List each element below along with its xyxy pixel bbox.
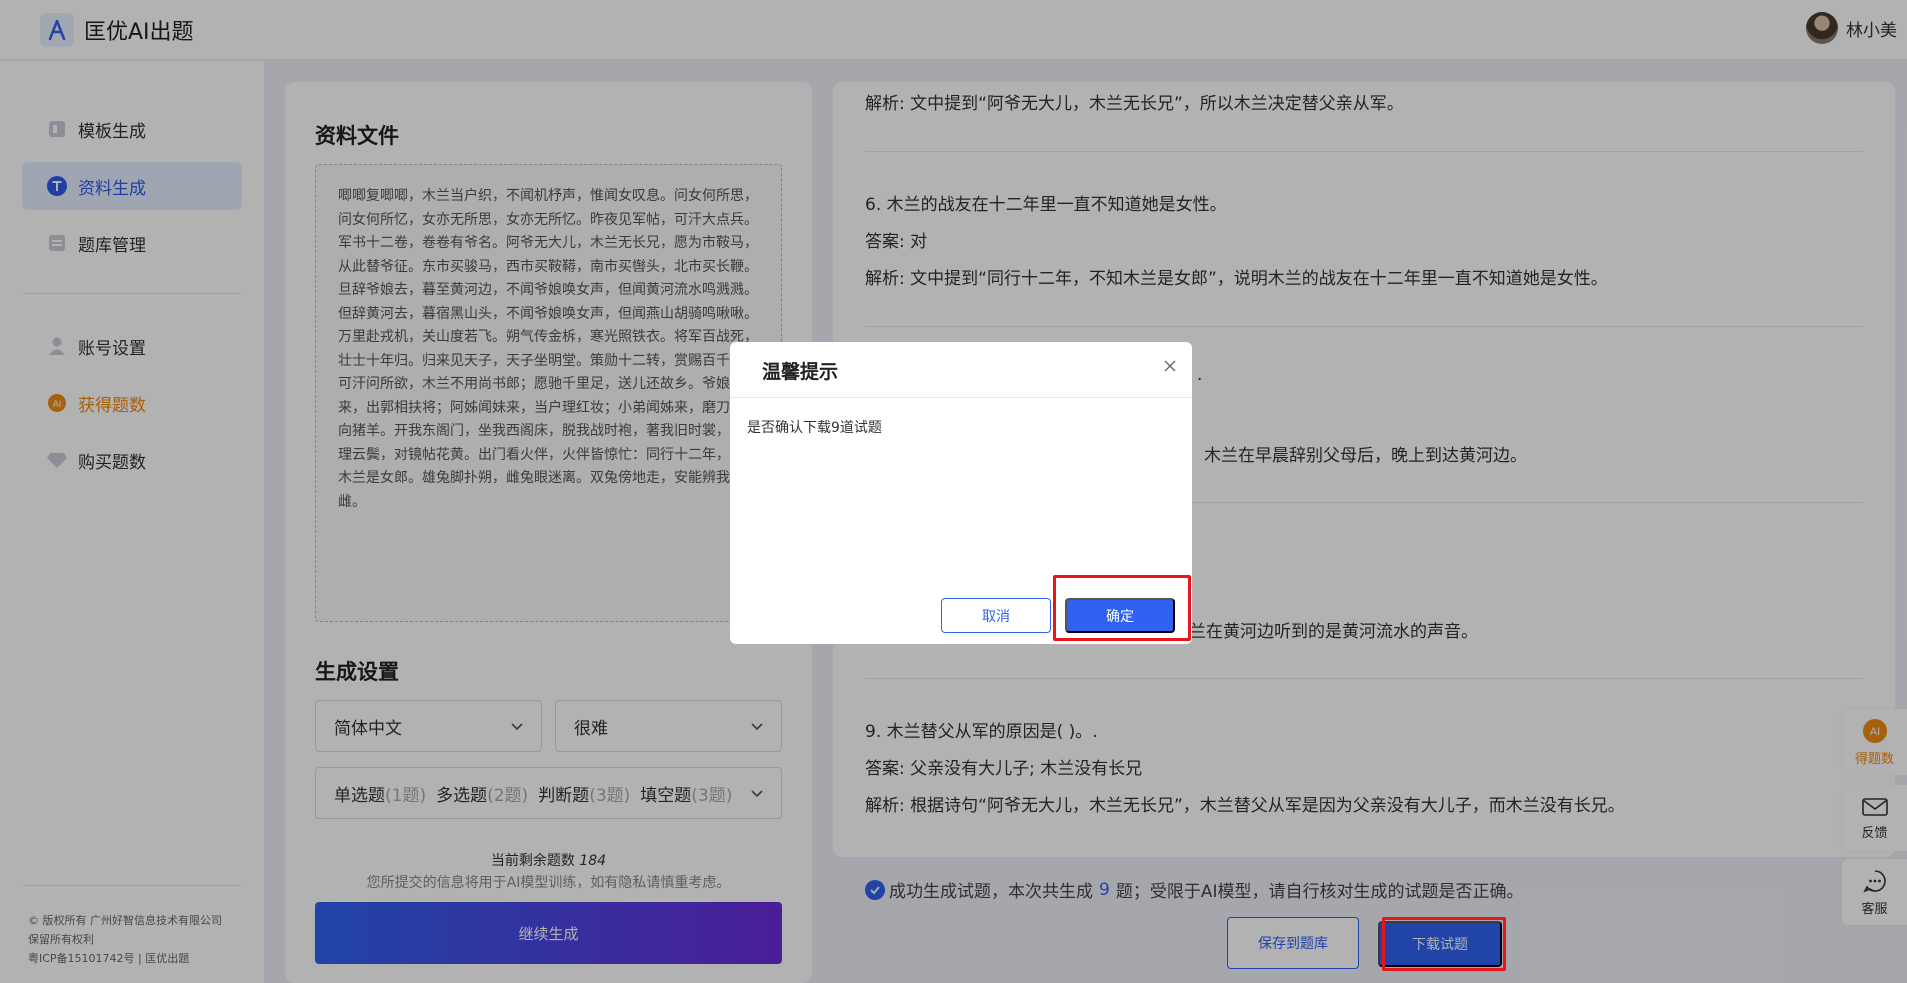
confirm-dialog: 温馨提示 是否确认下载9道试题 取消 确定 — [730, 342, 1192, 644]
confirm-button[interactable]: 确定 — [1065, 598, 1175, 633]
close-icon[interactable] — [1160, 356, 1180, 376]
dialog-title: 温馨提示 — [762, 361, 839, 383]
divider — [730, 397, 1192, 398]
dialog-message: 是否确认下载9道试题 — [747, 420, 882, 436]
cancel-button[interactable]: 取消 — [941, 598, 1051, 633]
